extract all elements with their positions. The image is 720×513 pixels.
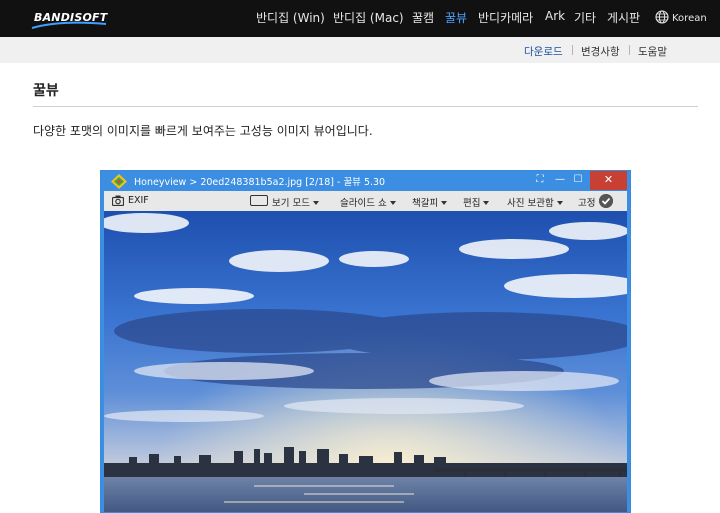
maximize-button[interactable]: ☐ [567, 171, 589, 190]
photo-archive-label: 사진 보관함 [507, 198, 554, 209]
window-title-bar: Honeyview > 20ed248381b5a2.jpg [2/18] - … [101, 171, 630, 190]
subnav-divider [572, 45, 573, 55]
bookmark-label: 책갈피 [412, 198, 439, 209]
nav-item-etc[interactable]: 기타 [574, 9, 596, 26]
caret-down-icon [312, 201, 319, 205]
caret-down-icon [483, 201, 490, 205]
check-circle-icon[interactable] [599, 194, 613, 208]
window-title-text: Honeyview > 20ed248381b5a2.jpg [2/18] - … [134, 177, 386, 188]
edit-menu[interactable]: 편집 [463, 195, 490, 209]
globe-icon [655, 10, 669, 24]
sub-navigation-bar: 다운로드 변경사항 도움말 [0, 37, 720, 63]
pin-button[interactable]: 고정 [578, 195, 595, 209]
nav-item-bandizip-mac[interactable]: 반디집 (Mac) [333, 9, 404, 26]
viewer-toolbar: EXIF 보기 모드 슬라이드 쇼 책갈피 편집 사진 보관함 고정 [104, 191, 627, 211]
camera-icon[interactable] [112, 195, 124, 206]
bandisoft-logo[interactable]: BANDISOFT [30, 8, 108, 30]
subnav-item-help[interactable]: 도움말 [638, 44, 667, 59]
subnav-item-changelog[interactable]: 변경사항 [581, 44, 620, 59]
language-selector[interactable]: Korean [655, 10, 707, 24]
nav-item-bandizip-win[interactable]: 반디집 (Win) [256, 9, 325, 26]
displayed-photo[interactable] [104, 211, 627, 513]
nav-item-board[interactable]: 게시판 [607, 9, 640, 26]
page-description: 다양한 포맷의 이미지를 빠르게 보여주는 고성능 이미지 뷰어입니다. [33, 124, 373, 138]
slideshow-menu[interactable]: 슬라이드 쇼 [340, 195, 396, 209]
nav-item-ark[interactable]: Ark [545, 9, 565, 23]
page-title: 꿀뷰 [33, 83, 59, 99]
nav-item-honeyview[interactable]: 꿀뷰 [445, 9, 467, 26]
honeyview-app-window: Honeyview > 20ed248381b5a2.jpg [2/18] - … [100, 170, 631, 513]
language-label: Korean [672, 13, 707, 24]
bookmark-menu[interactable]: 책갈피 [412, 195, 448, 209]
title-divider [33, 106, 698, 107]
close-button[interactable]: ✕ [590, 171, 627, 190]
subnav-item-download[interactable]: 다운로드 [524, 44, 563, 59]
top-navigation-bar: BANDISOFT 반디집 (Win) 반디집 (Mac) 꿀캠 꿀뷰 반디카메… [0, 0, 720, 37]
view-mode-icon [250, 195, 268, 206]
honeyview-app-icon [111, 174, 127, 189]
nav-item-honeycam[interactable]: 꿀캠 [412, 9, 434, 26]
edit-label: 편집 [463, 198, 481, 209]
exif-button[interactable]: EXIF [128, 195, 149, 206]
slideshow-label: 슬라이드 쇼 [340, 198, 387, 209]
logo-text: BANDISOFT [34, 11, 108, 24]
photo-archive-menu[interactable]: 사진 보관함 [507, 195, 563, 209]
subnav-divider [629, 45, 630, 55]
caret-down-icon [389, 201, 396, 205]
view-mode-menu[interactable]: 보기 모드 [272, 195, 319, 209]
caret-down-icon [441, 201, 448, 205]
nav-item-bandicam[interactable]: 반디카메라 [478, 9, 533, 26]
fullscreen-button[interactable]: ⛶ [529, 171, 551, 190]
view-mode-label: 보기 모드 [272, 198, 310, 209]
caret-down-icon [556, 201, 563, 205]
